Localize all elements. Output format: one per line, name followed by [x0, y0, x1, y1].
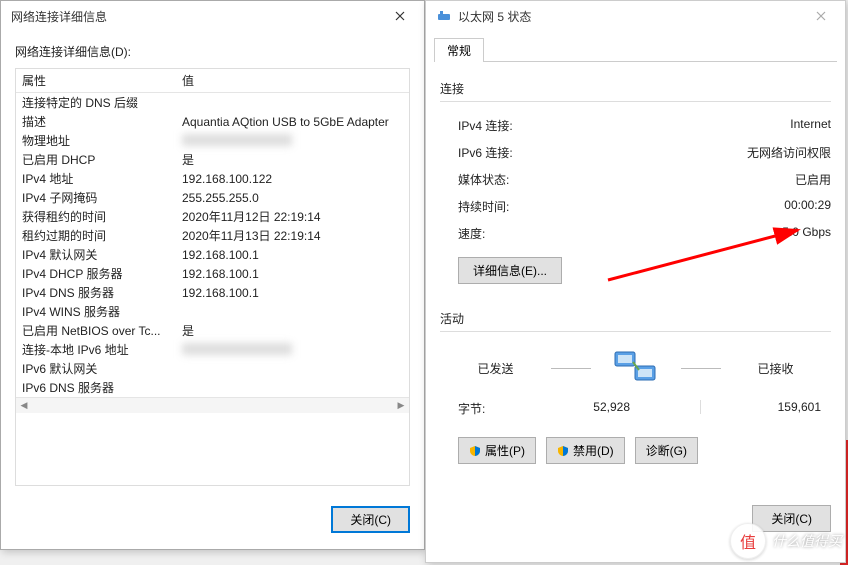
- disable-button[interactable]: 禁用(D): [546, 437, 625, 464]
- cell-property: IPv4 DNS 服务器: [22, 284, 182, 301]
- conn-value: 无网络访问权限: [747, 144, 831, 161]
- cell-property: IPv4 地址: [22, 170, 182, 187]
- conn-value: 00:00:29: [784, 198, 831, 215]
- section-label: 网络连接详细信息(D):: [15, 43, 410, 60]
- horizontal-scrollbar[interactable]: ◀ ▶: [16, 397, 409, 413]
- network-details-window: 网络连接详细信息 网络连接详细信息(D): 属性 值 连接特定的 DNS 后缀描…: [0, 0, 425, 550]
- close-dialog-button[interactable]: 关闭(C): [331, 506, 410, 533]
- conn-key: 速度:: [458, 225, 782, 242]
- cell-property: 租约过期的时间: [22, 227, 182, 244]
- close-icon: [395, 11, 405, 21]
- table-row[interactable]: 连接-本地 IPv6 地址████████: [16, 340, 409, 359]
- watermark-logo: 值: [730, 523, 766, 559]
- table-row[interactable]: IPv4 默认网关192.168.100.1: [16, 245, 409, 264]
- table-row[interactable]: 已启用 DHCP是: [16, 150, 409, 169]
- properties-button[interactable]: 属性(P): [458, 437, 536, 464]
- cell-property: IPv6 DNS 服务器: [22, 379, 182, 396]
- table-row[interactable]: IPv6 DNS 服务器: [16, 378, 409, 397]
- conn-key: IPv6 连接:: [458, 144, 747, 161]
- table-row[interactable]: IPv4 DHCP 服务器192.168.100.1: [16, 264, 409, 283]
- cell-value: Aquantia AQtion USB to 5GbE Adapter: [182, 115, 409, 129]
- shield-icon: [557, 445, 569, 457]
- connection-row: IPv4 连接:Internet: [440, 112, 831, 139]
- titlebar: 以太网 5 状态: [426, 1, 845, 31]
- shield-icon: [469, 445, 481, 457]
- tab-general[interactable]: 常规: [434, 38, 484, 62]
- connection-row: 速度:5.0 Gbps: [440, 220, 831, 247]
- table-row[interactable]: 物理地址████████: [16, 131, 409, 150]
- cell-property: 连接-本地 IPv6 地址: [22, 341, 182, 358]
- cell-property: 描述: [22, 113, 182, 130]
- cell-value: ████████: [182, 134, 409, 148]
- watermark: 值 什么值得买: [730, 523, 842, 559]
- conn-value: 5.0 Gbps: [782, 225, 831, 242]
- cell-value: 是: [182, 322, 409, 339]
- cell-value: 192.168.100.1: [182, 267, 409, 281]
- table-row[interactable]: IPv4 DNS 服务器192.168.100.1: [16, 283, 409, 302]
- conn-value: 已启用: [795, 171, 831, 188]
- cell-value: 192.168.100.1: [182, 286, 409, 300]
- conn-key: 媒体状态:: [458, 171, 795, 188]
- watermark-text: 什么值得买: [772, 531, 842, 551]
- connection-row: 持续时间:00:00:29: [440, 193, 831, 220]
- table-row[interactable]: IPv6 默认网关: [16, 359, 409, 378]
- bytes-recv: 159,601: [731, 400, 831, 417]
- bytes-sent: 52,928: [538, 400, 670, 417]
- table-row[interactable]: IPv4 子网掩码255.255.255.0: [16, 188, 409, 207]
- close-button[interactable]: [380, 2, 420, 30]
- cell-property: IPv4 子网掩码: [22, 189, 182, 206]
- table-row[interactable]: 连接特定的 DNS 后缀: [16, 93, 409, 112]
- cell-property: 已启用 DHCP: [22, 151, 182, 168]
- connection-row: 媒体状态:已启用: [440, 166, 831, 193]
- computers-icon: [611, 348, 661, 388]
- details-table: 属性 值 连接特定的 DNS 后缀描述Aquantia AQtion USB t…: [15, 68, 410, 486]
- conn-value: Internet: [790, 117, 831, 134]
- conn-key: IPv4 连接:: [458, 117, 790, 134]
- sent-label: 已发送: [461, 360, 531, 377]
- col-value: 值: [176, 72, 409, 89]
- close-icon: [816, 11, 826, 21]
- table-header: 属性 值: [16, 69, 409, 93]
- bytes-label: 字节:: [458, 400, 538, 417]
- table-row[interactable]: 租约过期的时间2020年11月13日 22:19:14: [16, 226, 409, 245]
- cell-property: IPv4 DHCP 服务器: [22, 265, 182, 282]
- ethernet-status-window: 以太网 5 状态 常规 连接 IPv4 连接:InternetIPv6 连接:无…: [425, 0, 846, 563]
- cell-value: 255.255.255.0: [182, 191, 409, 205]
- details-button[interactable]: 详细信息(E)...: [458, 257, 562, 284]
- close-button[interactable]: [801, 2, 841, 30]
- activity-diagram: 已发送 已接收: [440, 348, 831, 388]
- col-property: 属性: [16, 72, 176, 89]
- window-title: 网络连接详细信息: [11, 8, 380, 25]
- bytes-row: 字节: 52,928 159,601: [440, 394, 831, 417]
- cell-property: 获得租约的时间: [22, 208, 182, 225]
- window-title: 以太网 5 状态: [458, 8, 801, 25]
- scroll-right-icon[interactable]: ▶: [393, 398, 409, 413]
- connection-row: IPv6 连接:无网络访问权限: [440, 139, 831, 166]
- cell-property: 已启用 NetBIOS over Tc...: [22, 322, 182, 339]
- cell-property: 物理地址: [22, 132, 182, 149]
- activity-group-title: 活动: [440, 310, 831, 327]
- cell-value: ████████: [182, 343, 409, 357]
- cell-value: 192.168.100.122: [182, 172, 409, 186]
- cell-property: 连接特定的 DNS 后缀: [22, 94, 182, 111]
- titlebar: 网络连接详细信息: [1, 1, 424, 31]
- cell-property: IPv6 默认网关: [22, 360, 182, 377]
- diagnose-button[interactable]: 诊断(G): [635, 437, 698, 464]
- table-row[interactable]: IPv4 WINS 服务器: [16, 302, 409, 321]
- connection-group-title: 连接: [440, 80, 831, 97]
- cell-property: IPv4 默认网关: [22, 246, 182, 263]
- network-icon: [436, 8, 452, 24]
- cell-property: IPv4 WINS 服务器: [22, 303, 182, 320]
- cell-value: 2020年11月12日 22:19:14: [182, 208, 409, 225]
- table-row[interactable]: IPv4 地址192.168.100.122: [16, 169, 409, 188]
- table-row[interactable]: 获得租约的时间2020年11月12日 22:19:14: [16, 207, 409, 226]
- cell-value: 是: [182, 151, 409, 168]
- cell-value: 2020年11月13日 22:19:14: [182, 227, 409, 244]
- conn-key: 持续时间:: [458, 198, 784, 215]
- table-row[interactable]: 描述Aquantia AQtion USB to 5GbE Adapter: [16, 112, 409, 131]
- scroll-left-icon[interactable]: ◀: [16, 398, 32, 413]
- recv-label: 已接收: [741, 360, 811, 377]
- cell-value: 192.168.100.1: [182, 248, 409, 262]
- table-row[interactable]: 已启用 NetBIOS over Tc...是: [16, 321, 409, 340]
